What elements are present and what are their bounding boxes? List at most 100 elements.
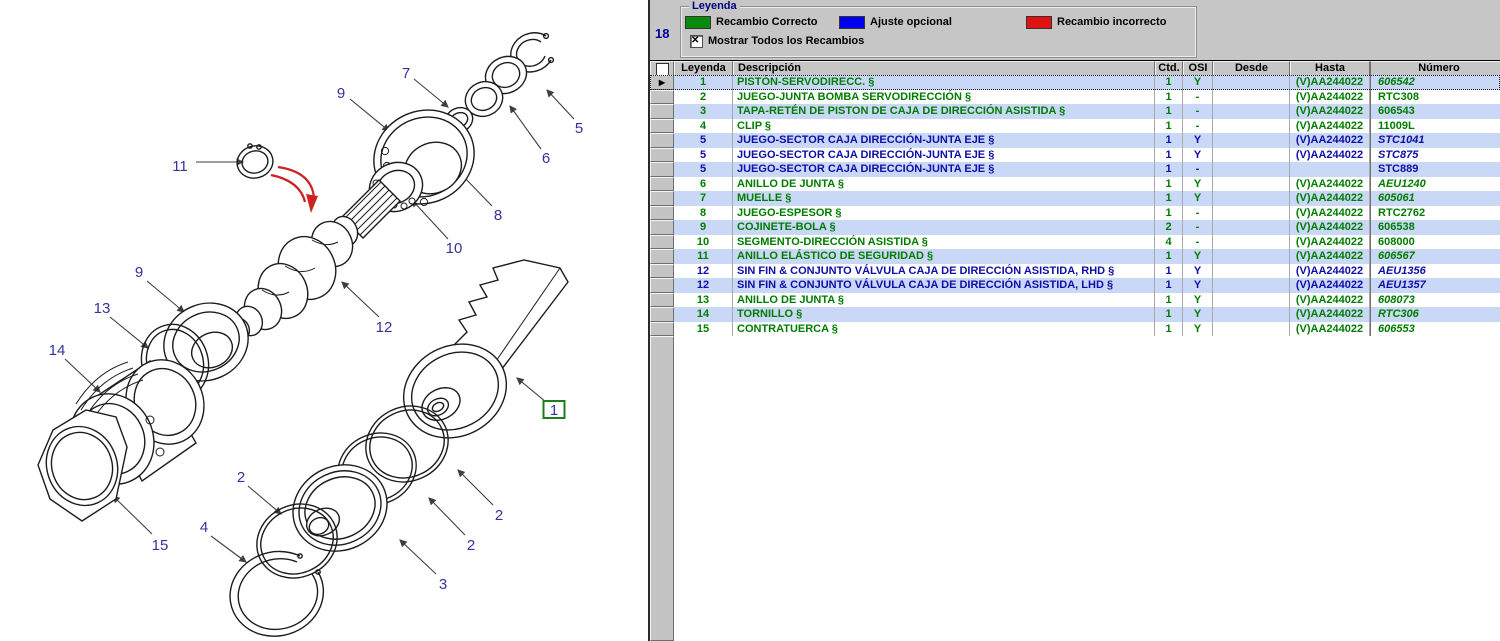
cell-numero[interactable]: 606567 <box>1370 249 1500 264</box>
cell-desde[interactable] <box>1213 206 1290 221</box>
cell-ctd[interactable]: 1 <box>1155 293 1183 308</box>
cell-desde[interactable] <box>1213 133 1290 148</box>
cell-desde[interactable] <box>1213 322 1290 337</box>
cell-descripcion[interactable]: CLIP § <box>733 119 1155 134</box>
cell-osi[interactable]: Y <box>1183 293 1213 308</box>
cell-numero[interactable]: 606553 <box>1370 322 1500 337</box>
cell-desde[interactable] <box>1213 191 1290 206</box>
callout-6[interactable]: 6 <box>542 150 550 167</box>
cell-numero[interactable]: 606538 <box>1370 220 1500 235</box>
row-indicator[interactable] <box>650 235 674 250</box>
cell-desde[interactable] <box>1213 220 1290 235</box>
row-indicator[interactable] <box>650 104 674 119</box>
row-indicator[interactable] <box>650 148 674 163</box>
callout-9[interactable]: 9 <box>135 264 143 281</box>
callout-2[interactable]: 2 <box>495 507 503 524</box>
cell-descripcion[interactable]: SEGMENTO-DIRECCIÓN ASISTIDA § <box>733 235 1155 250</box>
cell-ctd[interactable]: 2 <box>1155 220 1183 235</box>
cell-osi[interactable]: Y <box>1183 177 1213 192</box>
row-indicator[interactable] <box>650 322 674 337</box>
cell-leyenda[interactable]: 5 <box>674 133 733 148</box>
cell-ctd[interactable]: 1 <box>1155 322 1183 337</box>
cell-leyenda[interactable]: 12 <box>674 264 733 279</box>
callout-9[interactable]: 9 <box>337 85 345 102</box>
cell-hasta[interactable]: (V)AA244022 <box>1290 133 1370 148</box>
table-row[interactable]: 9 COJINETE-BOLA § 2 - (V)AA244022 606538 <box>650 220 1500 235</box>
cell-numero[interactable]: AEU1357 <box>1370 278 1500 293</box>
cell-numero[interactable]: 608000 <box>1370 235 1500 250</box>
table-row[interactable]: 12 SIN FIN & CONJUNTO VÁLVULA CAJA DE DI… <box>650 264 1500 279</box>
row-indicator[interactable] <box>650 307 674 322</box>
callout-11[interactable]: 11 <box>172 158 188 175</box>
cell-ctd[interactable]: 1 <box>1155 177 1183 192</box>
cell-osi[interactable]: Y <box>1183 191 1213 206</box>
row-indicator[interactable] <box>650 191 674 206</box>
row-indicator[interactable] <box>650 133 674 148</box>
callout-4[interactable]: 4 <box>200 519 208 536</box>
cell-hasta[interactable]: (V)AA244022 <box>1290 307 1370 322</box>
cell-descripcion[interactable]: JUEGO-SECTOR CAJA DIRECCIÓN-JUNTA EJE § <box>733 133 1155 148</box>
cell-ctd[interactable]: 1 <box>1155 104 1183 119</box>
cell-hasta[interactable]: (V)AA244022 <box>1290 90 1370 105</box>
cell-descripcion[interactable]: JUEGO-ESPESOR § <box>733 206 1155 221</box>
table-row[interactable]: 8 JUEGO-ESPESOR § 1 - (V)AA244022 RTC276… <box>650 206 1500 221</box>
cell-desde[interactable] <box>1213 235 1290 250</box>
callout-2[interactable]: 2 <box>237 469 245 486</box>
cell-numero[interactable]: 11009L <box>1370 119 1500 134</box>
cell-ctd[interactable]: 1 <box>1155 133 1183 148</box>
cell-descripcion[interactable]: JUEGO-SECTOR CAJA DIRECCIÓN-JUNTA EJE § <box>733 162 1155 177</box>
table-row[interactable]: 5 JUEGO-SECTOR CAJA DIRECCIÓN-JUNTA EJE … <box>650 148 1500 163</box>
cell-leyenda[interactable]: 8 <box>674 206 733 221</box>
cell-numero[interactable]: RTC308 <box>1370 90 1500 105</box>
part-circlip-4[interactable] <box>230 551 323 636</box>
cell-numero[interactable]: RTC306 <box>1370 307 1500 322</box>
table-row[interactable]: 15 CONTRATUERCA § 1 Y (V)AA244022 606553 <box>650 322 1500 337</box>
callout-12[interactable]: 12 <box>376 319 393 336</box>
cell-descripcion[interactable]: JUEGO-JUNTA BOMBA SERVODIRECCIÓN § <box>733 90 1155 105</box>
cell-leyenda[interactable]: 5 <box>674 162 733 177</box>
cell-numero[interactable]: STC875 <box>1370 148 1500 163</box>
cell-osi[interactable]: Y <box>1183 148 1213 163</box>
table-row[interactable]: 4 CLIP § 1 - (V)AA244022 11009L <box>650 119 1500 134</box>
cell-numero[interactable]: STC889 <box>1370 162 1500 177</box>
cell-descripcion[interactable]: ANILLO ELÁSTICO DE SEGURIDAD § <box>733 249 1155 264</box>
cell-ctd[interactable]: 1 <box>1155 249 1183 264</box>
cell-descripcion[interactable]: SIN FIN & CONJUNTO VÁLVULA CAJA DE DIREC… <box>733 278 1155 293</box>
cell-osi[interactable]: Y <box>1183 278 1213 293</box>
cell-hasta[interactable]: (V)AA244022 <box>1290 235 1370 250</box>
cell-descripcion[interactable]: TAPA-RETÉN DE PISTON DE CAJA DE DIRECCIÓ… <box>733 104 1155 119</box>
table-row[interactable]: 13 ANILLO DE JUNTA § 1 Y (V)AA244022 608… <box>650 293 1500 308</box>
cell-leyenda[interactable]: 10 <box>674 235 733 250</box>
cell-leyenda[interactable]: 2 <box>674 90 733 105</box>
callout-1[interactable]: 1 <box>550 402 558 419</box>
callout-10[interactable]: 10 <box>446 240 463 257</box>
callout-5[interactable]: 5 <box>575 120 583 137</box>
cell-hasta[interactable]: (V)AA244022 <box>1290 177 1370 192</box>
cell-descripcion[interactable]: COJINETE-BOLA § <box>733 220 1155 235</box>
cell-hasta[interactable]: (V)AA244022 <box>1290 148 1370 163</box>
cell-leyenda[interactable]: 4 <box>674 119 733 134</box>
cell-leyenda[interactable]: 11 <box>674 249 733 264</box>
cell-desde[interactable] <box>1213 293 1290 308</box>
table-row[interactable]: 7 MUELLE § 1 Y (V)AA244022 605061 <box>650 191 1500 206</box>
cell-numero[interactable]: 605061 <box>1370 191 1500 206</box>
callout-15[interactable]: 15 <box>152 537 169 554</box>
cell-descripcion[interactable]: PISTÓN-SERVODIRECC. § <box>733 75 1155 90</box>
cell-ctd[interactable]: 1 <box>1155 264 1183 279</box>
cell-hasta[interactable]: (V)AA244022 <box>1290 119 1370 134</box>
table-row[interactable]: 5 JUEGO-SECTOR CAJA DIRECCIÓN-JUNTA EJE … <box>650 133 1500 148</box>
row-indicator[interactable] <box>650 249 674 264</box>
cell-numero[interactable]: 606542 <box>1370 75 1500 90</box>
cell-leyenda[interactable]: 9 <box>674 220 733 235</box>
table-row[interactable]: 3 TAPA-RETÉN DE PISTON DE CAJA DE DIRECC… <box>650 104 1500 119</box>
cell-ctd[interactable]: 1 <box>1155 191 1183 206</box>
cell-descripcion[interactable]: ANILLO DE JUNTA § <box>733 177 1155 192</box>
callout-14[interactable]: 14 <box>49 342 66 359</box>
row-indicator[interactable] <box>650 220 674 235</box>
cell-osi[interactable]: Y <box>1183 322 1213 337</box>
cell-osi[interactable]: - <box>1183 119 1213 134</box>
cell-hasta[interactable]: (V)AA244022 <box>1290 220 1370 235</box>
cell-descripcion[interactable]: JUEGO-SECTOR CAJA DIRECCIÓN-JUNTA EJE § <box>733 148 1155 163</box>
cell-leyenda[interactable]: 5 <box>674 148 733 163</box>
row-indicator[interactable] <box>650 278 674 293</box>
